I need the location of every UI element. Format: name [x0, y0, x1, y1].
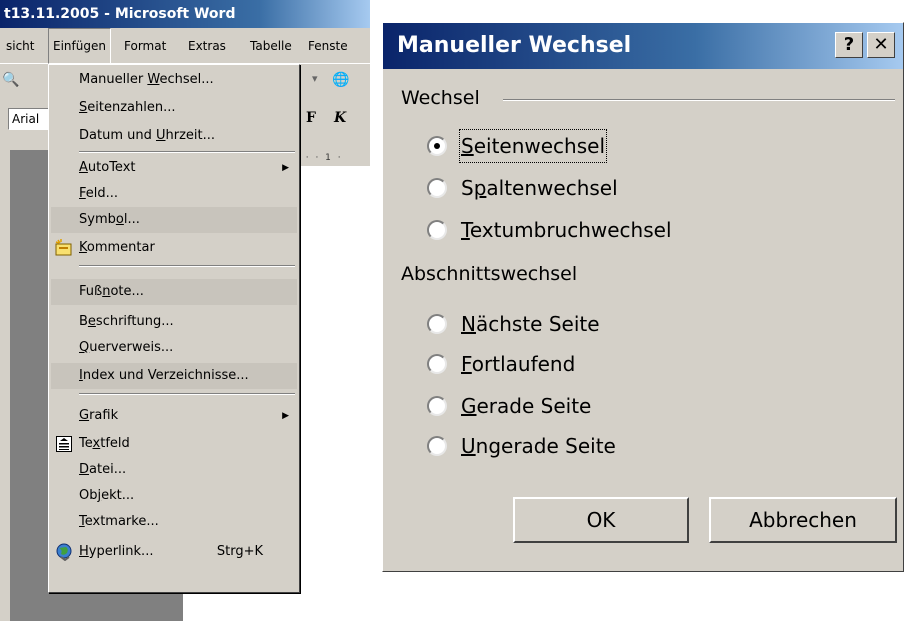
menu-separator: [79, 151, 295, 153]
textbox-icon: [55, 435, 73, 453]
word-title: t13.11.2005 - Microsoft Word: [4, 6, 236, 22]
menu-item-grafik[interactable]: Grafik ▶: [51, 403, 297, 429]
globe-icon[interactable]: 🌐: [332, 72, 349, 88]
dialog-title-bar: Manueller Wechsel ? ✕: [383, 23, 903, 69]
menu-item-manueller-wechsel[interactable]: Manueller Wechsel...: [51, 67, 297, 93]
menu-fenster[interactable]: Fenste: [306, 28, 350, 64]
radio-label: Ungerade Seite: [461, 434, 616, 458]
hyperlink-globe-icon: [55, 543, 73, 562]
group-divider: [503, 99, 895, 101]
hyperlink-shortcut: Strg+K: [216, 544, 263, 559]
word-title-bar: t13.11.2005 - Microsoft Word: [0, 0, 370, 28]
menu-item-symbol[interactable]: Symbol...: [51, 207, 297, 233]
menu-item-querverweis[interactable]: Querverweis...: [51, 335, 297, 361]
bold-button[interactable]: F: [306, 110, 316, 126]
radio-label: Gerade Seite: [461, 394, 592, 418]
radio-button-icon: [427, 220, 447, 240]
menu-item-textmarke[interactable]: Textmarke...: [51, 509, 297, 535]
font-name-value: Arial: [12, 112, 40, 126]
ruler-text: · · · 1 ·: [296, 153, 343, 163]
menu-extras[interactable]: Extras: [186, 28, 228, 64]
radio-button-icon: [427, 396, 447, 416]
menu-ansicht[interactable]: sicht: [4, 28, 37, 64]
einfuegen-menu: Manueller Wechsel... Seitenzahlen... Dat…: [48, 64, 300, 593]
font-name-box[interactable]: Arial: [8, 108, 52, 130]
menu-separator: [79, 265, 295, 267]
menu-format[interactable]: Format: [122, 28, 168, 64]
menu-item-seitenzahlen[interactable]: Seitenzahlen...: [51, 95, 297, 121]
radio-label: Fortlaufend: [461, 352, 576, 376]
radio-label: Spaltenwechsel: [461, 176, 618, 200]
ruler: · · · 1 ·: [290, 150, 370, 166]
print-preview-icon[interactable]: 🔍: [2, 72, 19, 88]
menu-item-hyperlink[interactable]: Hyperlink... Strg+K: [51, 539, 297, 565]
menu-item-index-verzeichnisse[interactable]: Index und Verzeichnisse...: [51, 363, 297, 389]
help-button[interactable]: ?: [835, 32, 863, 58]
menu-tabelle[interactable]: Tabelle: [248, 28, 294, 64]
group-label-wechsel: Wechsel: [401, 87, 480, 109]
submenu-arrow-icon: ▶: [282, 411, 289, 421]
menu-item-autotext[interactable]: AutoText ▶: [51, 155, 297, 181]
radio-button-icon: [427, 436, 447, 456]
menu-einfuegen[interactable]: Einfügen: [48, 28, 111, 64]
dialog-title: Manueller Wechsel: [397, 33, 632, 58]
cancel-button[interactable]: Abbrechen: [709, 497, 897, 543]
menu-item-beschriftung[interactable]: Beschriftung...: [51, 309, 297, 335]
italic-button[interactable]: K: [334, 110, 346, 126]
manueller-wechsel-dialog: Manueller Wechsel ? ✕ Wechsel Seitenwech…: [382, 22, 904, 572]
radio-label: Seitenwechsel: [458, 129, 608, 163]
word-menu-bar: sicht Einfügen Format Extras Tabelle Fen…: [0, 28, 370, 64]
menu-item-datum-uhrzeit[interactable]: Datum und Uhrzeit...: [51, 123, 297, 149]
radio-label: Nächste Seite: [461, 312, 600, 336]
radio-button-icon: [427, 136, 447, 156]
menu-item-textfeld[interactable]: Textfeld: [51, 431, 297, 457]
menu-item-kommentar[interactable]: Kommentar: [51, 235, 297, 261]
menu-separator: [79, 393, 295, 395]
radio-selected-dot: [434, 143, 440, 149]
dropdown-arrow-icon[interactable]: ▾: [312, 72, 318, 85]
close-button[interactable]: ✕: [867, 32, 895, 58]
menu-item-fussnote[interactable]: Fußnote...: [51, 279, 297, 305]
comment-icon: [55, 239, 73, 257]
radio-button-icon: [427, 314, 447, 334]
document-left-strip: [0, 150, 10, 621]
radio-button-icon: [427, 354, 447, 374]
menu-item-feld[interactable]: Feld...: [51, 181, 297, 207]
radio-label: Textumbruchwechsel: [461, 218, 672, 242]
radio-button-icon: [427, 178, 447, 198]
group-label-abschnittswechsel: Abschnittswechsel: [401, 263, 578, 285]
ok-button[interactable]: OK: [513, 497, 689, 543]
word-window: t13.11.2005 - Microsoft Word sicht Einfü…: [0, 0, 370, 621]
menu-item-datei[interactable]: Datei...: [51, 457, 297, 483]
submenu-arrow-icon: ▶: [282, 163, 289, 173]
menu-item-objekt[interactable]: Objekt...: [51, 483, 297, 509]
